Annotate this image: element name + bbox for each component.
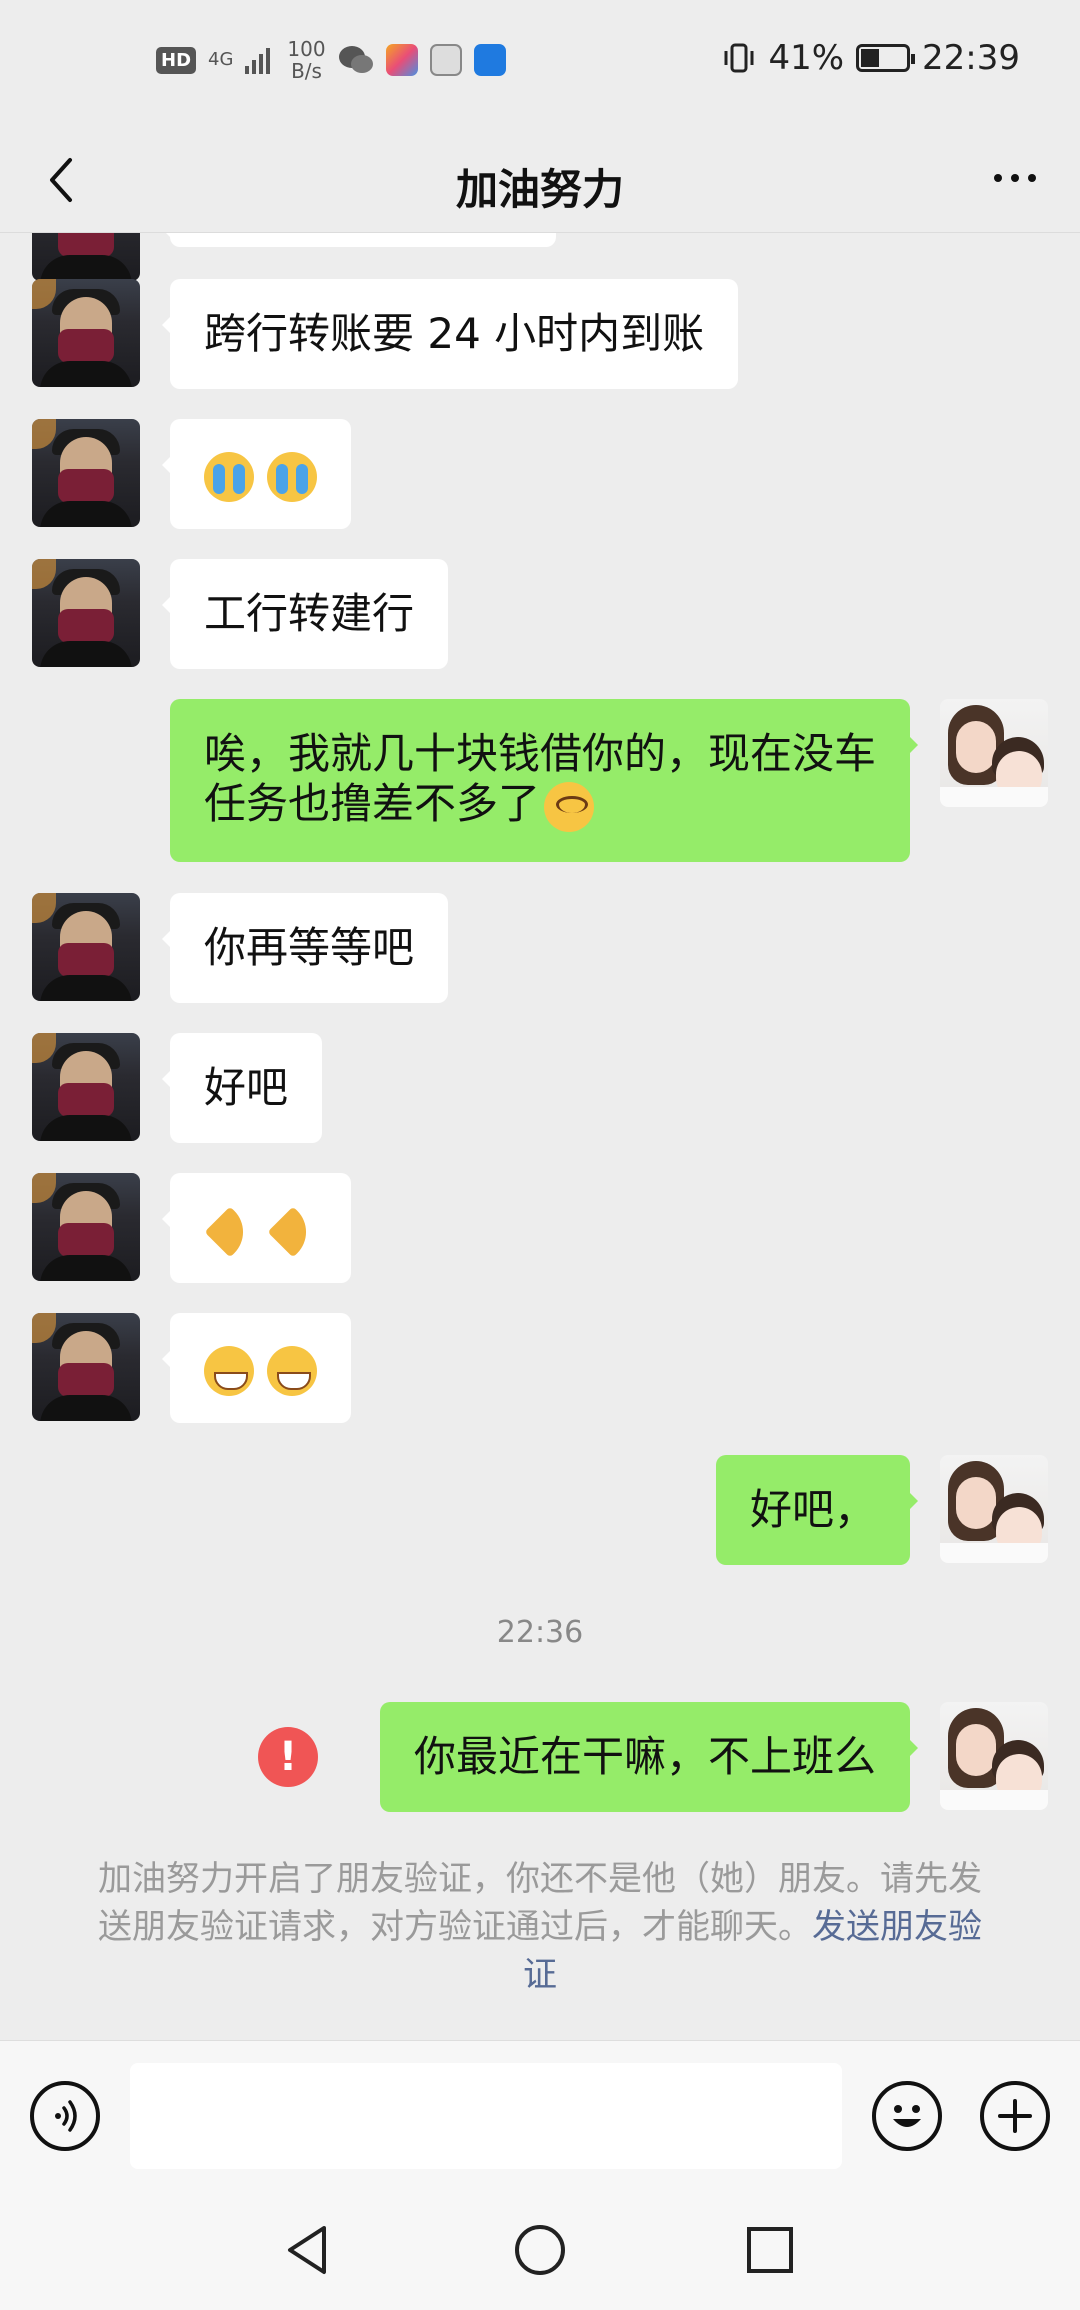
friend-verification-notice: 加油努力开启了朋友验证，你还不是他（她）朋友。请先发送朋友验证请求，对方验证通过… bbox=[90, 1855, 990, 1999]
contact-avatar[interactable] bbox=[32, 233, 140, 281]
bulb-app-icon bbox=[473, 44, 506, 76]
contact-avatar[interactable] bbox=[32, 1033, 140, 1141]
more-dot-icon bbox=[1011, 174, 1019, 182]
voice-button[interactable] bbox=[30, 2081, 100, 2151]
nav-recents-icon[interactable] bbox=[740, 2220, 800, 2280]
grinning-face-icon bbox=[204, 1345, 254, 1396]
chat-header: 加油努力 bbox=[0, 128, 1080, 233]
message-bubble[interactable]: 工行转建行 bbox=[170, 559, 449, 669]
contact-avatar[interactable] bbox=[32, 279, 140, 387]
emoji-button[interactable] bbox=[872, 2081, 942, 2151]
contact-avatar[interactable] bbox=[32, 559, 140, 667]
more-dot-icon bbox=[1028, 174, 1036, 182]
contact-avatar[interactable] bbox=[32, 1173, 140, 1281]
smiley-icon bbox=[893, 2105, 921, 2127]
message-bubble[interactable]: 跨行转账要 24 小时内到账 bbox=[170, 279, 739, 389]
network-speed: 100 B/s bbox=[287, 38, 325, 82]
message-text: 唉，我就几十块钱借你的，现在没车任务也撸差不多了 bbox=[204, 729, 877, 828]
status-bar: HD 4G 100 B/s 41% 22:39 bbox=[0, 0, 1080, 128]
my-avatar[interactable] bbox=[940, 1455, 1048, 1563]
message-bubble-partial[interactable] bbox=[170, 233, 556, 247]
nav-back-icon[interactable] bbox=[278, 2220, 338, 2280]
my-avatar[interactable] bbox=[940, 699, 1048, 807]
contact-avatar[interactable] bbox=[32, 1313, 140, 1421]
network-type: 4G bbox=[208, 49, 234, 70]
more-dot-icon bbox=[994, 174, 1002, 182]
more-functions-button[interactable] bbox=[980, 2081, 1050, 2151]
input-bar bbox=[0, 2040, 1080, 2191]
hd-badge: HD bbox=[156, 46, 197, 74]
status-left: HD 4G 100 B/s bbox=[156, 38, 506, 82]
folded-hands-icon bbox=[204, 1206, 254, 1256]
calendar-app-icon bbox=[429, 44, 462, 76]
folded-hands-icon bbox=[267, 1206, 317, 1256]
message-bubble[interactable]: 你再等等吧 bbox=[170, 893, 449, 1003]
clock: 22:39 bbox=[922, 38, 1020, 78]
message-bubble-outgoing[interactable]: 唉，我就几十块钱借你的，现在没车任务也撸差不多了 bbox=[170, 699, 918, 862]
grinning-face-icon bbox=[267, 1345, 318, 1396]
status-right: 41% 22:39 bbox=[722, 38, 1020, 78]
message-bubble-emoji[interactable] bbox=[170, 1173, 352, 1283]
more-button[interactable] bbox=[980, 148, 1050, 208]
flushed-face-icon bbox=[544, 781, 595, 832]
message-bubble-outgoing[interactable]: 好吧， bbox=[715, 1455, 919, 1565]
speed-value: 100 bbox=[287, 37, 326, 61]
wechat-icon bbox=[338, 46, 373, 73]
contact-avatar[interactable] bbox=[32, 419, 140, 527]
nav-home-icon[interactable] bbox=[510, 2220, 570, 2280]
signal-icon bbox=[245, 48, 271, 74]
voice-icon bbox=[55, 2100, 77, 2132]
my-avatar[interactable] bbox=[940, 1702, 1048, 1810]
system-navigation-bar bbox=[0, 2190, 1080, 2310]
battery-percent: 41% bbox=[768, 38, 845, 78]
message-list[interactable]: 跨行转账要 24 小时内到账 工行转建行 唉，我就几十块钱借你的，现在没车任务也… bbox=[0, 233, 1080, 2040]
timestamp: 22:36 bbox=[496, 1615, 584, 1650]
message-input[interactable] bbox=[130, 2063, 842, 2169]
speed-unit: B/s bbox=[291, 59, 322, 83]
battery-icon bbox=[856, 44, 916, 72]
message-bubble-emoji[interactable] bbox=[170, 1313, 352, 1423]
crying-face-icon bbox=[267, 451, 318, 502]
contact-avatar[interactable] bbox=[32, 893, 140, 1001]
message-bubble-emoji[interactable] bbox=[170, 419, 352, 529]
plus-icon bbox=[998, 2099, 1032, 2133]
message-bubble-outgoing-failed[interactable]: 你最近在干嘛，不上班么 bbox=[379, 1702, 919, 1812]
crying-face-icon bbox=[204, 451, 254, 502]
send-failed-icon[interactable]: ! bbox=[258, 1727, 318, 1787]
app-icon-colorful bbox=[385, 44, 418, 76]
vibrate-icon bbox=[724, 43, 754, 73]
chat-title: 加油努力 bbox=[455, 165, 624, 214]
message-bubble[interactable]: 好吧 bbox=[170, 1033, 323, 1143]
